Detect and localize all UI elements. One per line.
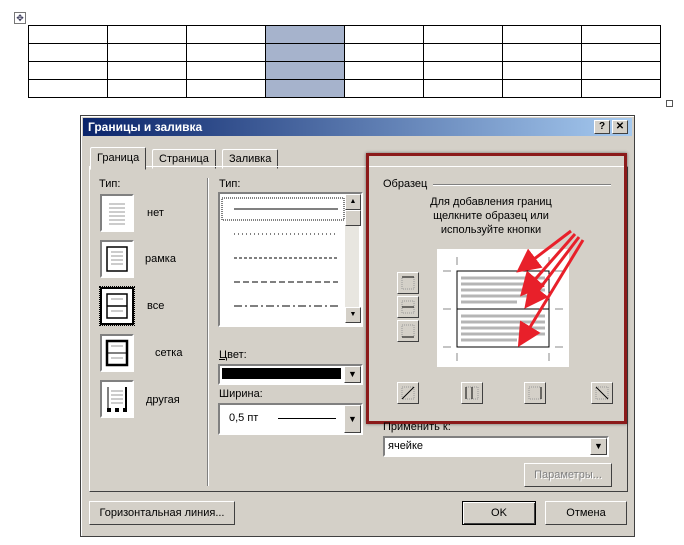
horizontal-line-button[interactable]: Горизонтальная линия...	[89, 501, 235, 525]
apply-to-dropdown-icon[interactable]: ▼	[590, 438, 607, 455]
table-cell[interactable]	[28, 61, 108, 80]
table-cell[interactable]	[581, 43, 661, 62]
table-row	[28, 43, 661, 62]
table-cell[interactable]	[28, 25, 108, 44]
document-table	[28, 25, 661, 98]
table-row	[28, 61, 661, 80]
table-cell[interactable]	[186, 43, 266, 62]
table-cell[interactable]	[107, 79, 187, 98]
apply-to-value: ячейке	[388, 440, 424, 452]
borders-shading-dialog: Границы и заливка ? ✕ Граница Страница З…	[80, 115, 635, 537]
table-cell[interactable]	[186, 25, 266, 44]
table-cell-selected[interactable]	[265, 25, 345, 44]
table-cell[interactable]	[344, 61, 424, 80]
table-cell[interactable]	[423, 43, 503, 62]
table-cell[interactable]	[581, 79, 661, 98]
table-cell[interactable]	[502, 61, 582, 80]
table-cell-selected[interactable]	[265, 61, 345, 80]
table-cell[interactable]	[581, 61, 661, 80]
table-row	[28, 25, 661, 44]
table-cell[interactable]	[107, 25, 187, 44]
table-cell[interactable]	[502, 43, 582, 62]
table-cell[interactable]	[344, 79, 424, 98]
table-row	[28, 79, 661, 98]
table-cell[interactable]	[107, 43, 187, 62]
table-resize-handle[interactable]	[666, 100, 673, 107]
table-cell-selected[interactable]	[265, 43, 345, 62]
apply-to-label: Применить к:	[383, 421, 451, 433]
table-cell[interactable]	[186, 79, 266, 98]
table-cell[interactable]	[344, 43, 424, 62]
table-cell[interactable]	[28, 79, 108, 98]
table-cell[interactable]	[502, 25, 582, 44]
table-cell[interactable]	[28, 43, 108, 62]
table-cell[interactable]	[344, 25, 424, 44]
table-cell[interactable]	[107, 61, 187, 80]
table-cell[interactable]	[423, 25, 503, 44]
ok-button[interactable]: OK	[462, 501, 536, 525]
tab-border[interactable]: Граница	[90, 147, 147, 170]
table-cell[interactable]	[423, 61, 503, 80]
table-cell[interactable]	[423, 79, 503, 98]
table-cell-selected[interactable]	[265, 79, 345, 98]
apply-to-combo[interactable]: ячейке ▼	[383, 436, 609, 457]
options-button[interactable]: Параметры...	[524, 463, 612, 487]
table-cell[interactable]	[581, 25, 661, 44]
table-cell[interactable]	[186, 61, 266, 80]
table-cell[interactable]	[502, 79, 582, 98]
cancel-button[interactable]: Отмена	[545, 501, 627, 525]
table-move-handle[interactable]: ✥	[14, 12, 26, 24]
